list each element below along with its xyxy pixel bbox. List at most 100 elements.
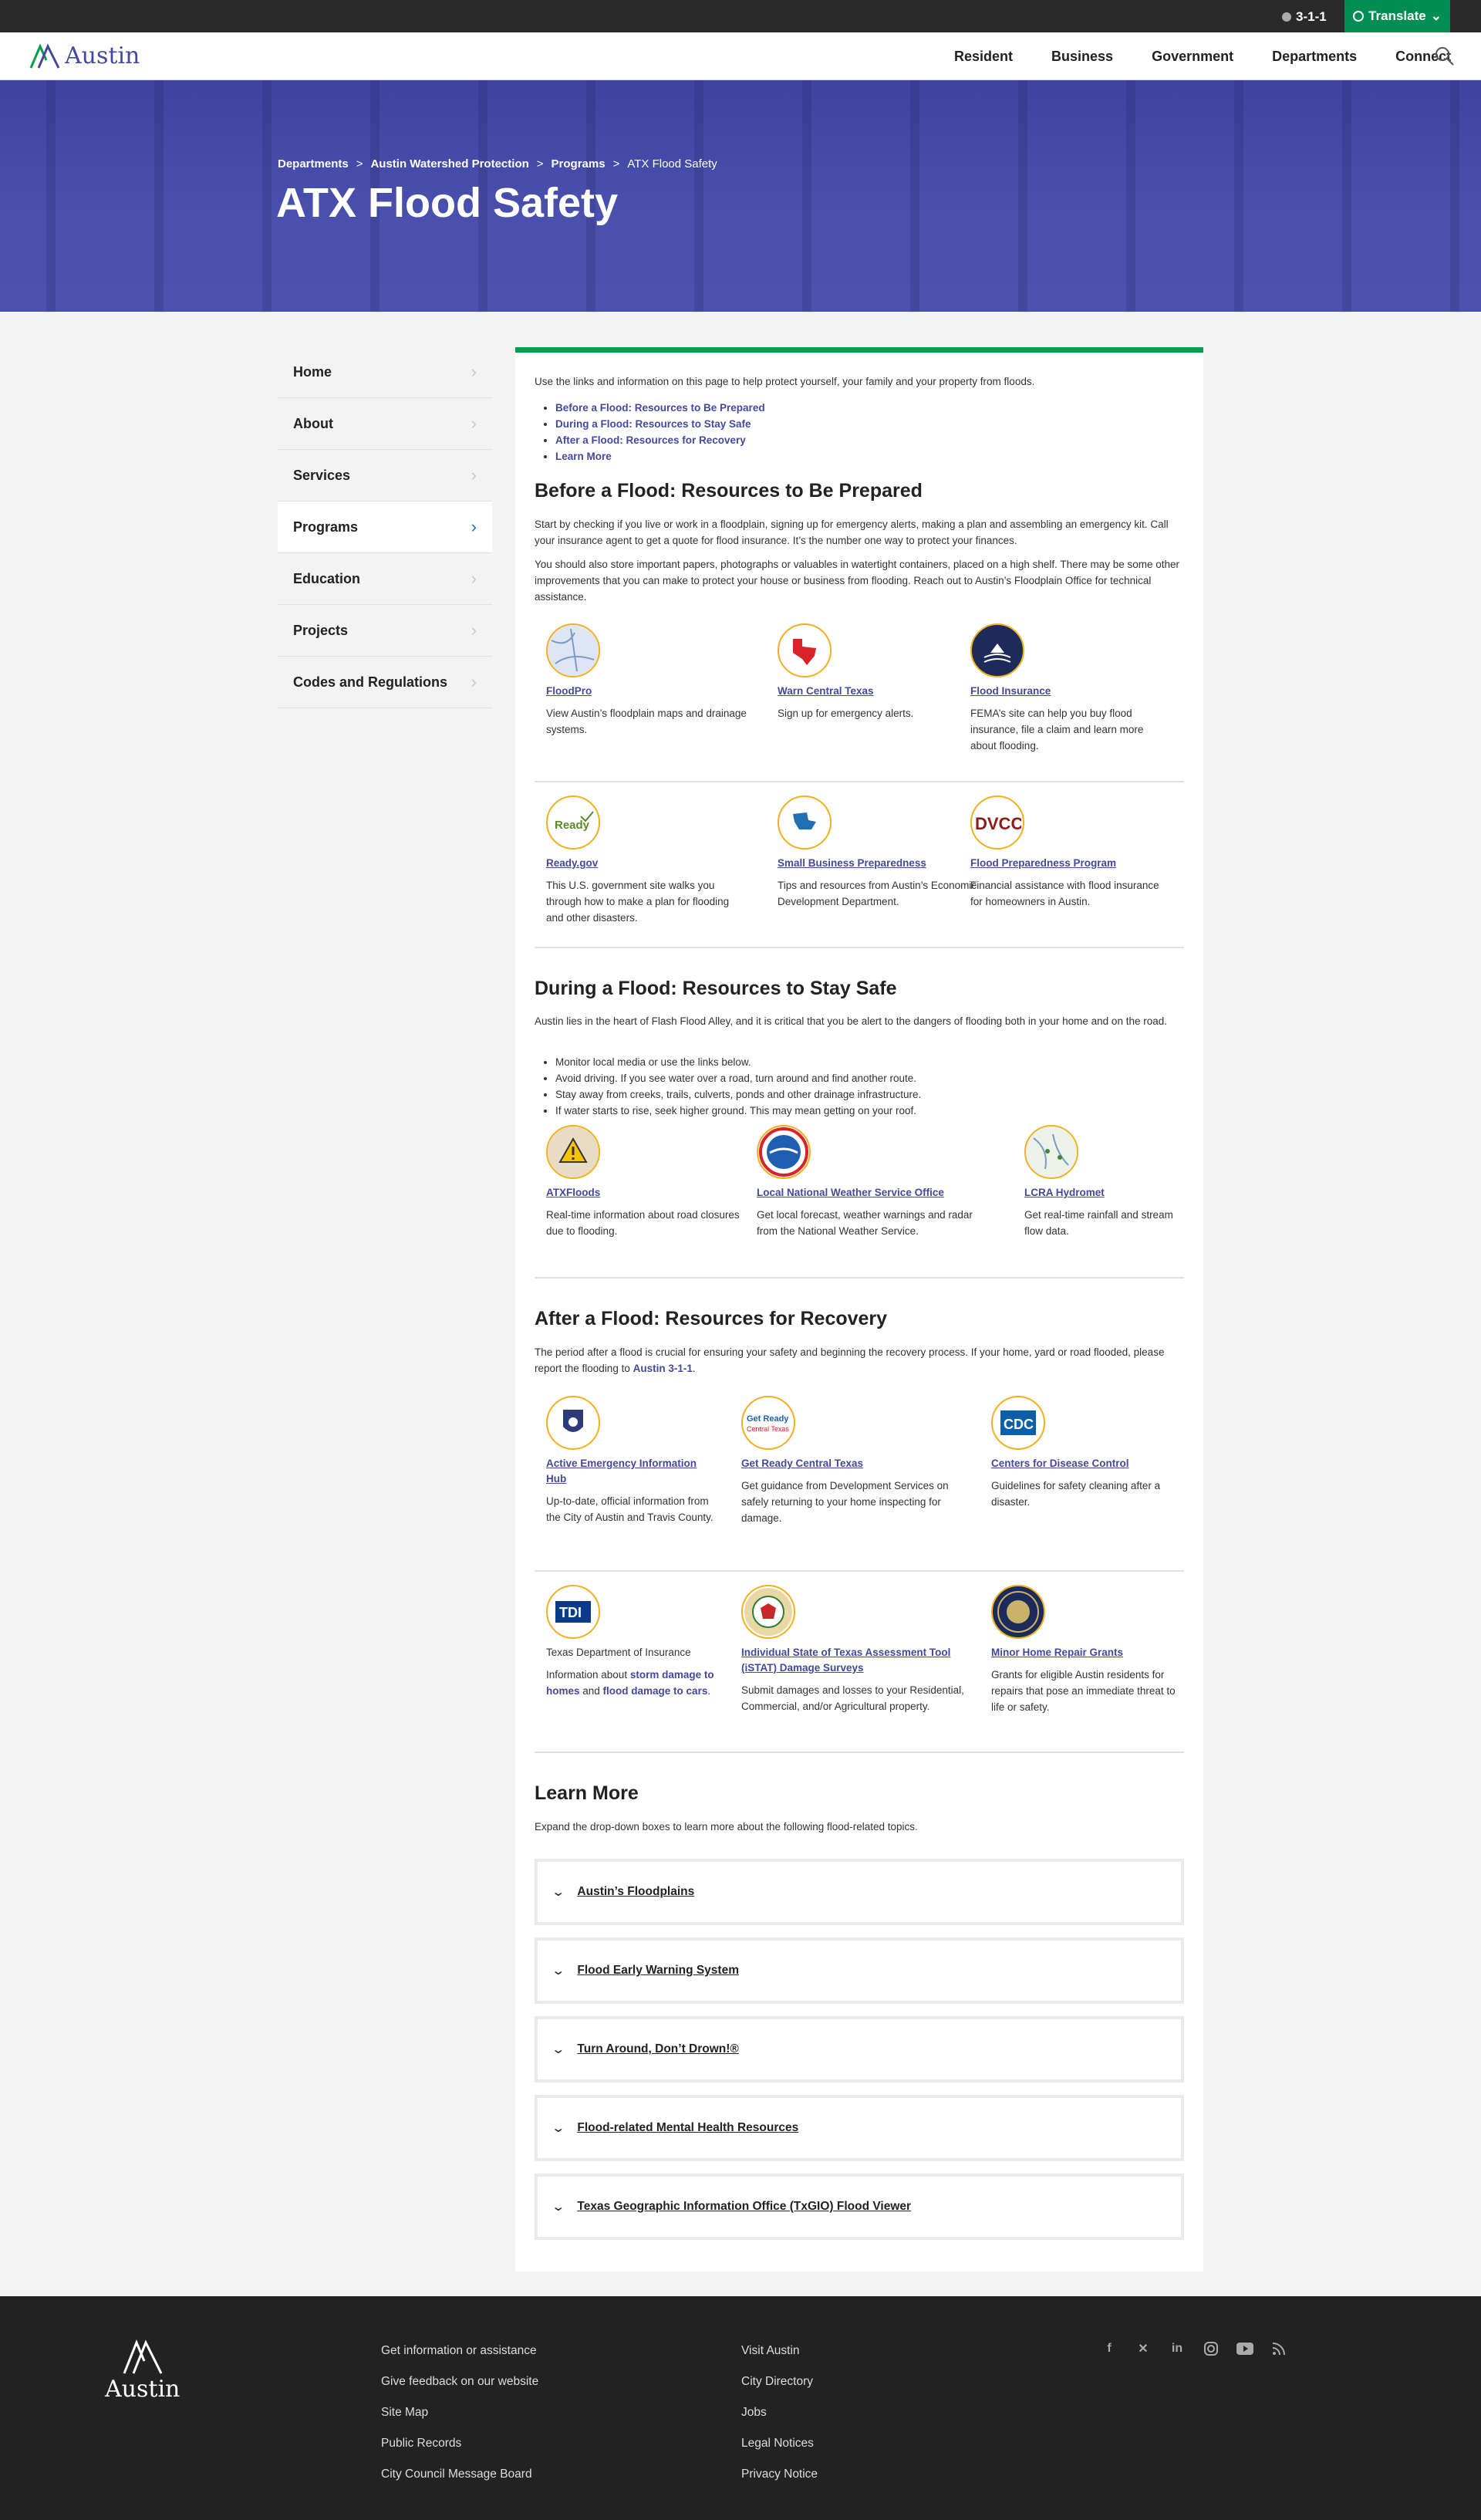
section-heading-learn-more: Learn More <box>535 1782 639 1804</box>
rss-icon[interactable] <box>1270 2339 1288 2358</box>
austin-logo-icon <box>29 42 60 69</box>
chevron-down-icon: ⌄ <box>551 2201 566 2214</box>
footer-link[interactable]: Legal Notices <box>741 2428 818 2459</box>
chevron-right-icon: › <box>471 620 477 640</box>
flood-insurance-link[interactable]: Flood Insurance <box>970 684 1171 699</box>
footer-link[interactable]: Give feedback on our website <box>381 2366 538 2397</box>
social-links: f ✕ in <box>1100 2339 1288 2358</box>
minor-home-repair-grants-link[interactable]: Minor Home Repair Grants <box>991 1645 1184 1660</box>
chevron-right-icon: › <box>471 465 477 485</box>
chevron-down-icon: ⌄ <box>1430 8 1442 23</box>
before-paragraph-1: Start by checking if you live or work in… <box>535 519 1169 546</box>
emergency-info-hub-link[interactable]: Active Emergency Information Hub <box>546 1456 716 1487</box>
sidebar-item-projects[interactable]: Projects › <box>278 605 492 657</box>
hero-banner: Departments > Austin Watershed Protectio… <box>0 80 1481 312</box>
breadcrumb-current: ATX Flood Safety <box>627 157 717 171</box>
cdc-link[interactable]: Centers for Disease Control <box>991 1456 1184 1471</box>
accordion-flood-early-warning[interactable]: ⌄ Flood Early Warning System <box>535 1937 1184 2004</box>
footer-link[interactable]: Jobs <box>741 2397 818 2428</box>
footer-link[interactable]: Public Records <box>381 2428 538 2459</box>
during-paragraph-1: Austin lies in the heart of Flash Flood … <box>535 1015 1167 1027</box>
sidebar-item-programs[interactable]: Programs › <box>278 502 492 553</box>
nav-resident[interactable]: Resident <box>954 49 1013 65</box>
footer-link[interactable]: Visit Austin <box>741 2336 818 2366</box>
breadcrumb-programs[interactable]: Programs <box>552 157 606 171</box>
nav-business[interactable]: Business <box>1051 49 1113 65</box>
x-icon[interactable]: ✕ <box>1134 2339 1152 2358</box>
jump-link-learn[interactable]: Learn More <box>555 451 612 462</box>
311-link[interactable]: 3-1-1 <box>1282 9 1327 25</box>
resource-card: LCRA Hydromet Get real-time rainfall and… <box>1024 1125 1179 1239</box>
jump-link-during[interactable]: During a Flood: Resources to Stay Safe <box>555 418 751 430</box>
jump-link-before[interactable]: Before a Flood: Resources to Be Prepared <box>555 402 765 414</box>
nav-government[interactable]: Government <box>1152 49 1233 65</box>
footer-link[interactable]: City Directory <box>741 2366 818 2397</box>
main-nav: Resident Business Government Departments… <box>954 32 1481 80</box>
texas-emergency-management-icon <box>741 1585 795 1639</box>
breadcrumb-watershed[interactable]: Austin Watershed Protection <box>370 157 528 171</box>
sidebar-item-about[interactable]: About › <box>278 398 492 450</box>
search-icon[interactable] <box>1435 46 1455 66</box>
emergency-hub-badge-icon <box>546 1396 600 1450</box>
after-paragraph-1: The period after a flood is crucial for … <box>535 1346 1165 1374</box>
footer-link[interactable]: City Council Message Board <box>381 2459 538 2490</box>
accordion-turn-around[interactable]: ⌄ Turn Around, Don’t Drown!® <box>535 2016 1184 2083</box>
divider <box>535 1277 1184 1279</box>
facebook-icon[interactable]: f <box>1100 2339 1118 2358</box>
breadcrumb-departments[interactable]: Departments <box>278 157 349 171</box>
flood-preparedness-program-link[interactable]: Flood Preparedness Program <box>970 856 1171 871</box>
jump-link-after[interactable]: After a Flood: Resources for Recovery <box>555 434 746 446</box>
sidebar-item-home[interactable]: Home › <box>278 346 492 398</box>
section-heading-before: Before a Flood: Resources to Be Prepared <box>535 480 923 502</box>
chevron-right-icon: › <box>471 569 477 588</box>
section-heading-after: After a Flood: Resources for Recovery <box>535 1308 888 1329</box>
flood-damage-cars-link[interactable]: flood damage to cars <box>603 1685 708 1697</box>
translate-button[interactable]: Translate ⌄ <box>1344 0 1450 32</box>
resource-card: FloodPro View Austin’s floodplain maps a… <box>546 623 747 738</box>
during-safety-list: Monitor local media or use the links bel… <box>555 1054 921 1119</box>
local-nws-office-link[interactable]: Local National Weather Service Office <box>757 1185 996 1201</box>
accordion-mental-health[interactable]: ⌄ Flood-related Mental Health Resources <box>535 2095 1184 2161</box>
divider <box>535 1752 1184 1753</box>
section-heading-during: During a Flood: Resources to Stay Safe <box>535 978 897 999</box>
youtube-icon[interactable] <box>1236 2339 1254 2358</box>
footer-link[interactable]: Privacy Notice <box>741 2459 818 2490</box>
ready-gov-link[interactable]: Ready.gov <box>546 856 747 871</box>
sidebar-item-education[interactable]: Education › <box>278 553 492 605</box>
footer-logo[interactable]: Austin <box>105 2339 180 2403</box>
sidebar-item-codes[interactable]: Codes and Regulations › <box>278 657 492 708</box>
istat-damage-surveys-link[interactable]: Individual State of Texas Assessment Too… <box>741 1645 973 1676</box>
dvcc-icon: DVCC <box>970 796 1024 850</box>
tdi-icon: TDI <box>546 1585 600 1639</box>
resource-card: Local National Weather Service Office Ge… <box>757 1125 996 1239</box>
svg-text:CDC: CDC <box>1004 1417 1034 1432</box>
linkedin-icon[interactable]: in <box>1168 2339 1186 2358</box>
atxfloods-link[interactable]: ATXFloods <box>546 1185 747 1201</box>
floodpro-link[interactable]: FloodPro <box>546 684 747 699</box>
footer-link[interactable]: Site Map <box>381 2397 538 2428</box>
footer-link[interactable]: Get information or assistance <box>381 2336 538 2366</box>
accordion-floodplains[interactable]: ⌄ Austin’s Floodplains <box>535 1859 1184 1925</box>
resource-card: TDI Texas Department of Insurance Inform… <box>546 1585 716 1699</box>
site-footer: Austin Get information or assistance Giv… <box>0 2296 1481 2520</box>
divider <box>535 1570 1184 1572</box>
accordion-txgio-flood-viewer[interactable]: ⌄ Texas Geographic Information Office (Tx… <box>535 2174 1184 2240</box>
sidebar-item-services[interactable]: Services › <box>278 450 492 502</box>
austin-311-link[interactable]: Austin 3-1-1 <box>633 1363 693 1374</box>
phone-icon <box>1282 12 1291 22</box>
chevron-right-icon: › <box>471 362 477 381</box>
austin-logo[interactable]: Austin <box>29 42 140 69</box>
chevron-down-icon: ⌄ <box>551 1964 566 1978</box>
lcra-hydromet-link[interactable]: LCRA Hydromet <box>1024 1185 1179 1201</box>
instagram-icon[interactable] <box>1202 2339 1220 2358</box>
utility-bar: 3-1-1 Translate ⌄ <box>0 0 1481 32</box>
city-seal-icon <box>991 1585 1045 1639</box>
ready-gov-icon: Ready <box>546 796 600 850</box>
national-weather-service-icon <box>757 1125 811 1179</box>
lcra-hydromet-map-icon <box>1024 1125 1078 1179</box>
nav-departments[interactable]: Departments <box>1272 49 1357 65</box>
warn-central-texas-link[interactable]: Warn Central Texas <box>778 684 978 699</box>
tdi-title: Texas Department of Insurance <box>546 1647 691 1658</box>
small-business-preparedness-link[interactable]: Small Business Preparedness <box>778 856 978 871</box>
get-ready-central-texas-link[interactable]: Get Ready Central Texas <box>741 1456 973 1471</box>
